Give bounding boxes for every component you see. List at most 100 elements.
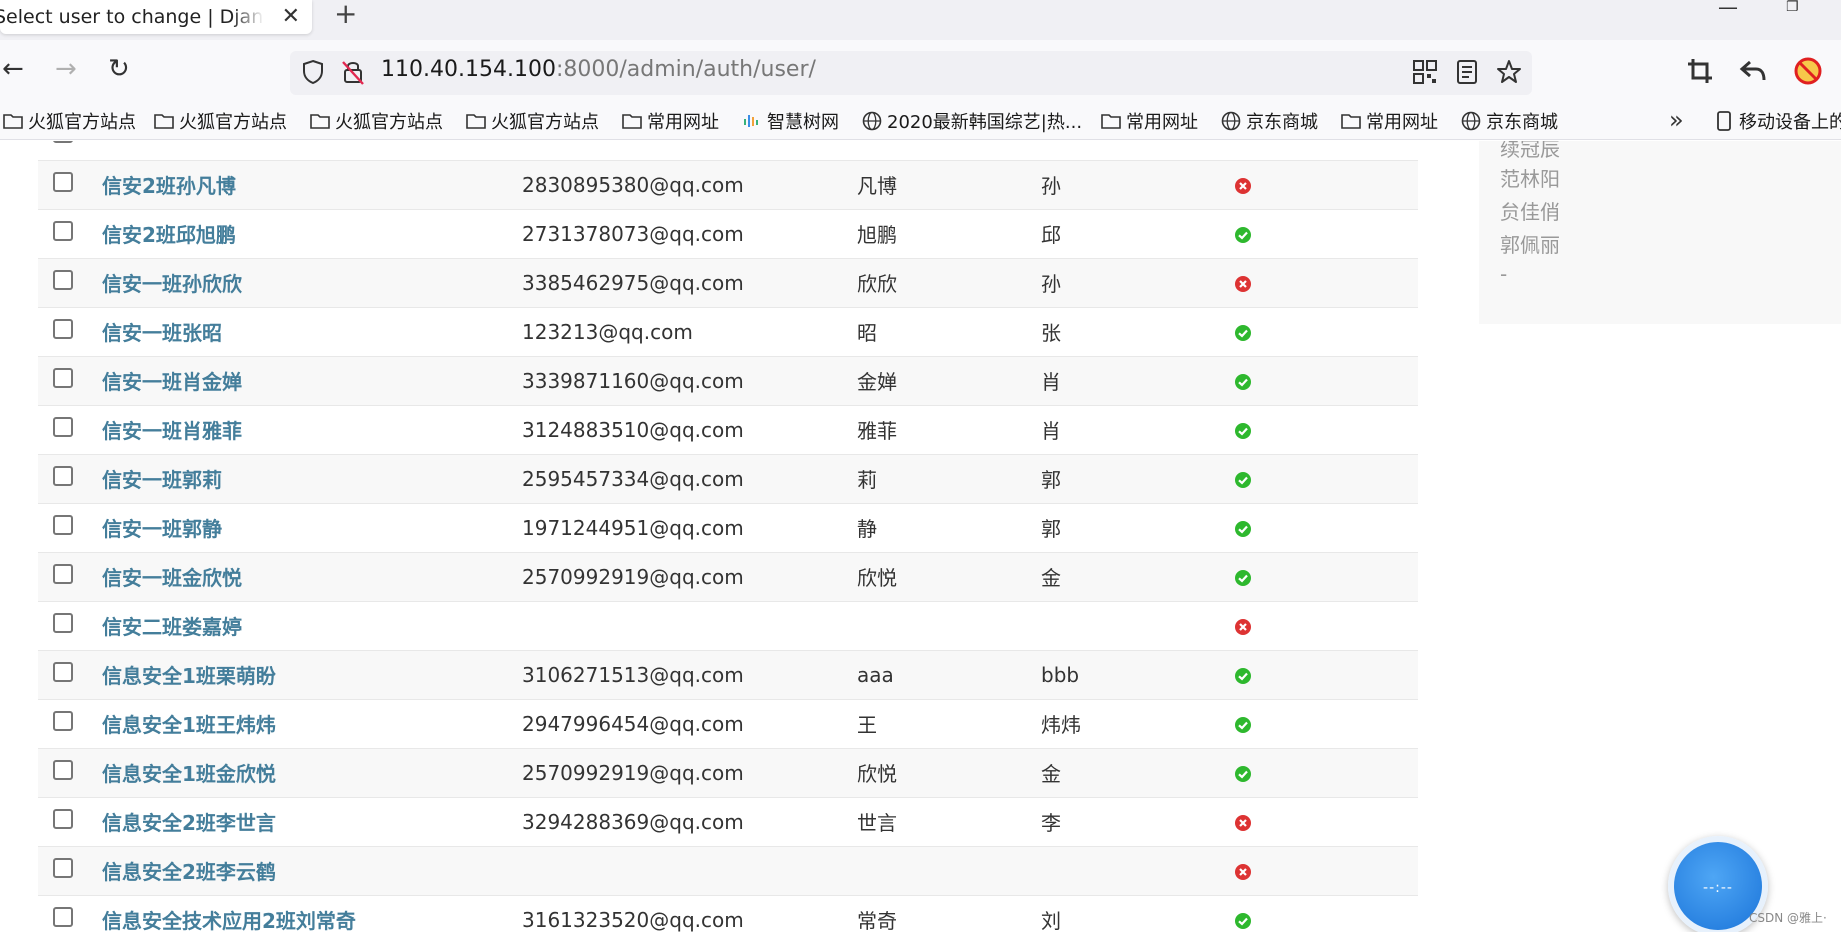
row-checkbox[interactable] [53, 662, 73, 682]
bookmark-folder[interactable]: 火狐官方站点 [309, 107, 443, 135]
bookmark-link[interactable]: 2020最新韩国综艺|热... [861, 107, 1082, 135]
username-link[interactable]: 信安2班邱旭鹏 [102, 223, 236, 247]
username-link[interactable]: 信安一班金欣悦 [102, 566, 242, 590]
filter-item[interactable]: 贠佳俏 [1500, 196, 1560, 225]
checkbox-cell [38, 797, 102, 846]
bookmark-label: 2020最新韩国综艺|热... [887, 112, 1083, 133]
row-checkbox[interactable] [53, 368, 73, 388]
folder-icon [622, 114, 642, 129]
row-checkbox[interactable] [53, 172, 73, 192]
row-checkbox[interactable] [53, 907, 73, 927]
bookmark-link[interactable]: 智慧树网 [741, 107, 839, 135]
row-checkbox[interactable] [53, 515, 73, 535]
username-cell: 信息安全1班金欣悦 [102, 748, 522, 797]
bookmark-mobile[interactable]: 移动设备上的 [1713, 107, 1841, 135]
username-link[interactable]: 信安一班肖雅菲 [102, 419, 242, 443]
row-checkbox[interactable] [53, 319, 73, 339]
undo-icon[interactable] [1738, 56, 1768, 86]
filter-item[interactable]: - [1500, 262, 1507, 286]
row-checkbox[interactable] [53, 221, 73, 241]
row-checkbox[interactable] [53, 613, 73, 633]
row-checkbox[interactable] [53, 858, 73, 878]
bookmark-label: 智慧树网 [767, 112, 839, 133]
window-restore-icon[interactable]: ❐ [1786, 0, 1799, 14]
bookmark-folder[interactable]: 火狐官方站点 [465, 107, 599, 135]
table-row: 信息安全1班金欣悦 2570992919@qq.com 欣悦 金 [38, 748, 1418, 797]
table-row: 信安一班郭静 1971244951@qq.com 静 郭 [38, 503, 1418, 552]
username-link[interactable]: 信息安全1班栗萌盼 [102, 664, 276, 688]
checkbox-cell [38, 258, 102, 307]
reader-view-icon[interactable] [1453, 58, 1481, 86]
username-cell: 信息安全2班李云鹤 [102, 846, 522, 895]
watermark: CSDN @雅上· [1749, 911, 1827, 925]
username-link[interactable]: 信息安全1班金欣悦 [102, 762, 276, 786]
table-row: 信息安全1班栗萌盼 3106271513@qq.com aaa bbb [38, 650, 1418, 699]
staff-status-cell [1221, 650, 1418, 699]
username-link[interactable]: 信安二班娄嘉婷 [102, 615, 242, 639]
bookmark-folder[interactable]: 常用网址 [1340, 107, 1438, 135]
staff-status-cell [1221, 895, 1418, 932]
last-name-cell: 孙 [1041, 174, 1061, 198]
yes-icon [1235, 423, 1251, 439]
filter-item[interactable]: 范林阳 [1500, 163, 1560, 192]
no-icon [1235, 864, 1251, 880]
username-link[interactable]: 信安一班肖金婵 [102, 370, 242, 394]
username-link[interactable]: 信息安全2班李云鹤 [102, 860, 276, 884]
row-checkbox[interactable] [53, 417, 73, 437]
filter-item[interactable]: 郭佩丽 [1500, 229, 1560, 258]
username-link[interactable]: 信息安全1班王炜炜 [102, 713, 276, 737]
first-name-cell: 世言 [857, 811, 897, 835]
qr-code-icon[interactable] [1411, 58, 1439, 86]
row-checkbox[interactable] [53, 760, 73, 780]
username-link[interactable]: 信安一班郭静 [102, 517, 222, 541]
screenshot-crop-icon[interactable] [1685, 56, 1715, 86]
row-checkbox[interactable] [53, 711, 73, 731]
user-results-table: 信安2班孙凡博 2830895380@qq.com 凡博孙信安2班邱旭鹏 273137… [38, 141, 1418, 932]
username-link[interactable]: 信息安全2班李世言 [102, 811, 276, 835]
username-link[interactable]: 信息安全技术应用2班刘常奇 [102, 909, 356, 932]
username-link[interactable]: 信安2班孙凡博 [102, 174, 236, 198]
row-checkbox[interactable] [53, 141, 73, 143]
shield-icon[interactable] [300, 56, 326, 88]
username-cell: 信安一班张昭 [102, 307, 522, 356]
bookmark-label: 火狐官方站点 [335, 112, 443, 133]
bookmark-folder[interactable]: 常用网址 [621, 107, 719, 135]
last-name-cell: 金 [1041, 566, 1061, 590]
first-name-cell: 旭鹏 [857, 223, 897, 247]
last-name-cell: 炜炜 [1041, 713, 1081, 737]
browser-tab[interactable]: Select user to change | Django site admi… [0, 0, 312, 34]
table-row: 信安2班孙凡博 2830895380@qq.com 凡博 孙 [38, 160, 1418, 209]
reload-icon[interactable]: ↻ [108, 54, 130, 84]
row-checkbox[interactable] [53, 809, 73, 829]
bookmark-link[interactable]: 京东商城 [1460, 107, 1558, 135]
username-link[interactable]: 信安一班张昭 [102, 321, 222, 345]
bookmark-star-icon[interactable] [1495, 58, 1523, 86]
staff-status-cell [1221, 797, 1418, 846]
staff-status-cell [1221, 356, 1418, 405]
tab-close-icon[interactable]: ✕ [282, 4, 300, 29]
username-link[interactable]: 信安一班孙欣欣 [102, 272, 242, 296]
insecure-lock-icon[interactable] [340, 56, 366, 88]
back-icon[interactable]: ← [2, 54, 24, 84]
bookmarks-overflow-icon[interactable]: » [1669, 106, 1684, 134]
bookmark-folder[interactable]: 火狐官方站点 [2, 107, 136, 135]
email-cell: 2731378073@qq.com [522, 221, 744, 246]
window-minimize-icon[interactable]: — [1718, 0, 1738, 17]
row-checkbox[interactable] [53, 466, 73, 486]
folder-icon [466, 114, 486, 129]
bookmark-folder[interactable]: 常用网址 [1100, 107, 1198, 135]
row-checkbox[interactable] [53, 270, 73, 290]
username-cell: 信安2班邱旭鹏 [102, 209, 522, 258]
filter-item[interactable]: 续冠辰 [1500, 141, 1560, 162]
new-tab-icon[interactable]: + [334, 0, 357, 28]
adblock-icon[interactable] [1793, 56, 1823, 86]
bookmark-folder[interactable]: 火狐官方站点 [153, 107, 287, 135]
staff-status-cell [1221, 748, 1418, 797]
row-checkbox[interactable] [53, 564, 73, 584]
bookmark-link[interactable]: 京东商城 [1220, 107, 1318, 135]
email-cell: 2947996454@qq.com [522, 711, 744, 736]
bookmark-label: 火狐官方站点 [179, 112, 287, 133]
forward-icon[interactable]: → [55, 54, 77, 84]
url-text[interactable]: 110.40.154.100:8000/admin/auth/user/ [381, 57, 816, 82]
username-link[interactable]: 信安一班郭莉 [102, 468, 222, 492]
